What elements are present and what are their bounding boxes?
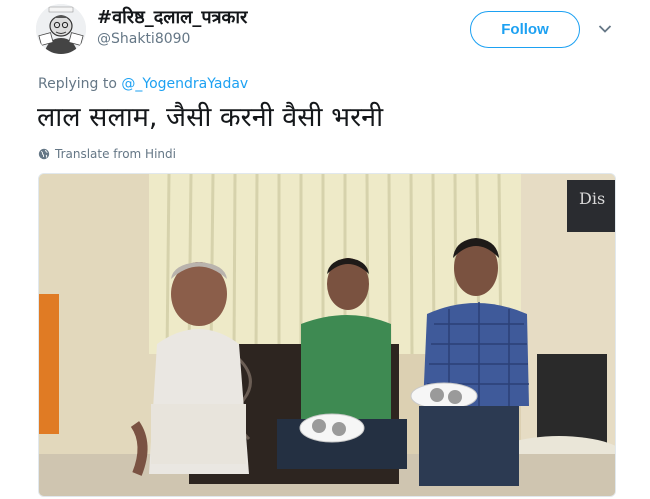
replying-prefix: Replying to [38,76,117,92]
chevron-down-icon[interactable] [598,24,612,34]
tweet-photo-image: Dis [39,174,615,496]
user-handle[interactable]: @Shakti8090 [97,31,190,47]
translate-link[interactable]: Translate from Hindi [38,147,176,161]
avatar[interactable] [36,4,86,54]
tweet-text: लाल सलाम, जैसी करनी वैसी भरनी [37,102,384,133]
photo-sign-text: Dis [579,189,605,208]
follow-button[interactable]: Follow [470,11,580,48]
avatar-caricature-image [36,4,86,54]
display-name[interactable]: #वरिष्ठ_दलाल_पत्रकार [97,5,247,29]
replying-mention-link[interactable]: @_YogendraYadav [121,76,248,92]
translate-label[interactable]: Translate from Hindi [55,147,176,161]
globe-icon [38,148,50,160]
tweet-photo[interactable]: Dis [38,173,616,497]
replying-to: Replying to @_YogendraYadav [38,76,248,92]
